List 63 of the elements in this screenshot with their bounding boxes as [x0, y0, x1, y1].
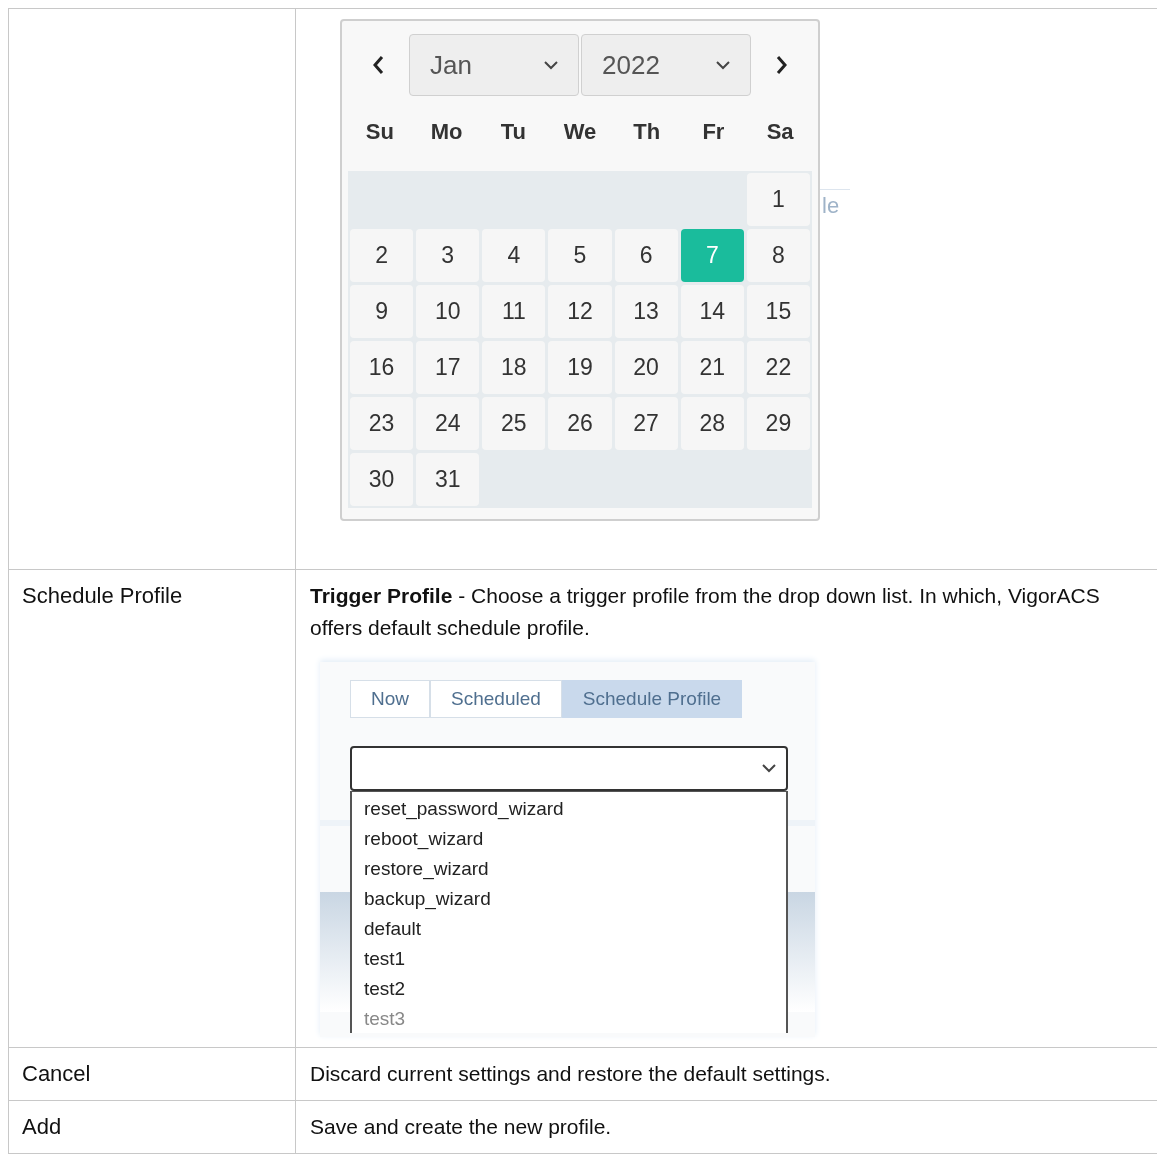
- day-cell[interactable]: 8: [746, 229, 810, 282]
- day-cell[interactable]: 9: [350, 285, 414, 338]
- day-cell[interactable]: 21: [680, 341, 744, 394]
- dropdown-option[interactable]: default: [364, 914, 774, 944]
- dropdown-option[interactable]: reset_password_wizard: [364, 794, 774, 824]
- weekday-label: We: [562, 118, 598, 146]
- dropdown-option[interactable]: test1: [364, 944, 774, 974]
- row-label: Add: [22, 1114, 62, 1139]
- day-cell[interactable]: 18: [482, 341, 546, 394]
- weekday-label: Su: [364, 118, 395, 146]
- day-cell[interactable]: 28: [680, 397, 744, 450]
- year-select[interactable]: 2022: [581, 34, 751, 96]
- day-cell[interactable]: 14: [680, 285, 744, 338]
- chevron-left-icon: [371, 55, 384, 75]
- weekday-label: Th: [632, 118, 662, 146]
- chevron-right-icon: [776, 55, 789, 75]
- dropdown-option[interactable]: test3: [364, 1004, 774, 1033]
- day-cell[interactable]: 20: [614, 341, 678, 394]
- profile-select[interactable]: [350, 746, 788, 791]
- background-text: le: [822, 192, 840, 220]
- day-cell[interactable]: 17: [416, 341, 480, 394]
- day-cell[interactable]: 15: [746, 285, 810, 338]
- description-text: Trigger Profile - Choose a trigger profile from the drop down list. In which, VigorACS offers default schedule profile.: [310, 583, 1101, 641]
- chevron-down-icon: [544, 60, 558, 70]
- row-label: Cancel: [22, 1061, 91, 1086]
- day-cell[interactable]: 23: [350, 397, 414, 450]
- day-cell[interactable]: 31: [416, 453, 480, 506]
- day-cell[interactable]: 30: [350, 453, 414, 506]
- day-cell[interactable]: 13: [614, 285, 678, 338]
- weekday-label: Mo: [429, 118, 464, 146]
- day-cell[interactable]: 19: [548, 341, 612, 394]
- dropdown-option[interactable]: backup_wizard: [364, 884, 774, 914]
- dropdown-option[interactable]: test2: [364, 974, 774, 1004]
- month-select[interactable]: Jan: [409, 34, 579, 96]
- day-cell[interactable]: 26: [548, 397, 612, 450]
- dropdown-option[interactable]: restore_wizard: [364, 854, 774, 884]
- tab[interactable]: Scheduled: [430, 680, 562, 718]
- day-cell[interactable]: 24: [416, 397, 480, 450]
- day-cell[interactable]: 11: [482, 285, 546, 338]
- description-text: Save and create the new profile.: [310, 1115, 612, 1138]
- day-cell[interactable]: 3: [416, 229, 480, 282]
- weekday-label: Fr: [701, 118, 726, 146]
- day-cell[interactable]: 2: [350, 229, 414, 282]
- row-label: Schedule Profile: [22, 583, 183, 608]
- chevron-down-icon: [762, 764, 776, 773]
- dropdown-option[interactable]: reboot_wizard: [364, 824, 774, 854]
- day-cell[interactable]: 29: [746, 397, 810, 450]
- description-text: Discard current settings and restore the default settings.: [310, 1062, 831, 1085]
- day-cell[interactable]: 10: [416, 285, 480, 338]
- day-cell[interactable]: 6: [614, 229, 678, 282]
- day-cell[interactable]: 5: [548, 229, 612, 282]
- day-cell[interactable]: 4: [482, 229, 546, 282]
- day-cell[interactable]: 27: [614, 397, 678, 450]
- day-cell[interactable]: 1: [746, 173, 810, 226]
- day-cell[interactable]: 16: [350, 341, 414, 394]
- tab[interactable]: Schedule Profile: [561, 680, 743, 718]
- chevron-down-icon: [715, 60, 730, 70]
- weekday-label: Tu: [499, 118, 527, 146]
- tab[interactable]: Now: [350, 680, 430, 718]
- day-cell[interactable]: 22: [746, 341, 810, 394]
- weekday-label: Sa: [765, 118, 795, 146]
- day-cell[interactable]: 25: [482, 397, 546, 450]
- day-cell[interactable]: 12: [548, 285, 612, 338]
